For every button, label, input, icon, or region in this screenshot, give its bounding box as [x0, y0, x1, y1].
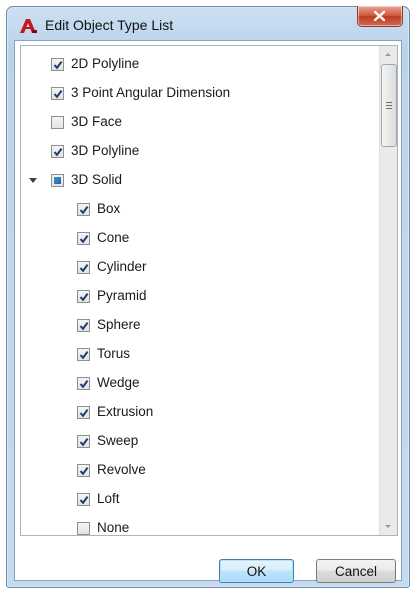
scroll-down-arrow-icon[interactable] [380, 518, 397, 535]
vertical-scrollbar[interactable] [379, 46, 397, 535]
tree-item[interactable]: Cone [21, 224, 376, 253]
tree-item-label: 3 Point Angular Dimension [71, 85, 231, 100]
expand-arrow-icon[interactable] [29, 178, 37, 183]
scroll-up-arrow-icon[interactable] [380, 46, 397, 63]
tree-item-label: Cylinder [97, 259, 147, 274]
tree-item[interactable]: Torus [21, 340, 376, 369]
scroll-thumb[interactable] [381, 64, 397, 147]
close-icon [374, 11, 385, 21]
tree-item-label: 3D Solid [71, 172, 123, 187]
tree-item[interactable]: Cylinder [21, 253, 376, 282]
tree-item[interactable]: Sweep [21, 427, 376, 456]
checkbox[interactable] [77, 203, 90, 216]
tree-item-label: Sphere [97, 317, 141, 332]
tree-item-label: 3D Polyline [71, 143, 140, 158]
tree-item-label: 2D Polyline [71, 56, 140, 71]
checkmark-icon [79, 235, 89, 244]
checkmark-icon [79, 351, 89, 360]
title-bar[interactable]: Edit Object Type List [7, 6, 409, 41]
tree-item-label: None [97, 520, 130, 535]
tree-item[interactable]: Wedge [21, 369, 376, 398]
dialog-client-area: 2D Polyline 3 Point Angular Dimension 3D F… [14, 40, 402, 583]
checkmark-icon [79, 467, 89, 476]
autocad-app-icon [20, 19, 37, 33]
checkbox[interactable] [77, 406, 90, 419]
tree-item-label: Extrusion [97, 404, 154, 419]
checkbox[interactable] [77, 435, 90, 448]
close-button[interactable] [357, 6, 403, 27]
tree-item[interactable]: 3D Polyline [21, 137, 376, 166]
tree-item[interactable]: 3D Solid [21, 166, 376, 195]
checkmark-icon [79, 409, 89, 418]
checkbox[interactable] [77, 232, 90, 245]
dialog-title: Edit Object Type List [45, 17, 174, 33]
checkbox[interactable] [77, 261, 90, 274]
checkmark-icon [79, 322, 89, 331]
tree-item-label: Torus [97, 346, 131, 361]
checkmark-icon [79, 438, 89, 447]
tree-item[interactable]: 3 Point Angular Dimension [21, 79, 376, 108]
tree-item-label: Pyramid [97, 288, 147, 303]
checkbox[interactable] [51, 116, 64, 129]
tree-item[interactable]: Loft [21, 485, 376, 514]
tree-item-label: Cone [97, 230, 130, 245]
checkmark-icon [79, 293, 89, 302]
object-type-tree[interactable]: 2D Polyline 3 Point Angular Dimension 3D F… [20, 45, 398, 536]
checkbox[interactable] [77, 464, 90, 477]
tree-item[interactable]: 3D Face [21, 108, 376, 137]
tree-item[interactable]: Box [21, 195, 376, 224]
checkmark-icon [79, 496, 89, 505]
checkbox[interactable] [51, 145, 64, 158]
tree-item-label: Sweep [97, 433, 139, 448]
tree-item[interactable]: None [21, 514, 376, 535]
tree-item[interactable]: Pyramid [21, 282, 376, 311]
tree-item-label: Box [97, 201, 121, 216]
checkbox[interactable] [77, 377, 90, 390]
checkmark-icon [53, 148, 63, 157]
checkmark-icon [79, 380, 89, 389]
ok-button[interactable]: OK [219, 559, 294, 583]
dialog-window: Edit Object Type List 2D Polyline 3 Point… [6, 6, 410, 588]
tree-item-label: Loft [97, 491, 120, 506]
tree-item[interactable]: Extrusion [21, 398, 376, 427]
tree-item-label: Wedge [97, 375, 140, 390]
checkmark-icon [53, 61, 63, 70]
grip-line [386, 105, 392, 106]
cancel-button[interactable]: Cancel [316, 559, 396, 583]
tree-item[interactable]: Sphere [21, 311, 376, 340]
checkbox[interactable] [51, 174, 64, 187]
checkmark-icon [79, 264, 89, 273]
grip-line [386, 102, 392, 103]
tree-item[interactable]: 2D Polyline [21, 50, 376, 79]
tree-item-label: 3D Face [71, 114, 123, 129]
checkbox[interactable] [77, 348, 90, 361]
checkbox[interactable] [77, 290, 90, 303]
tree-item-label: Revolve [97, 462, 146, 477]
checkbox[interactable] [51, 58, 64, 71]
checkbox[interactable] [51, 87, 64, 100]
checkbox[interactable] [77, 319, 90, 332]
tree-item[interactable]: Revolve [21, 456, 376, 485]
checkbox[interactable] [77, 522, 90, 535]
checkbox[interactable] [77, 493, 90, 506]
checkmark-icon [79, 206, 89, 215]
checkmark-icon [53, 90, 63, 99]
grip-line [386, 108, 392, 109]
